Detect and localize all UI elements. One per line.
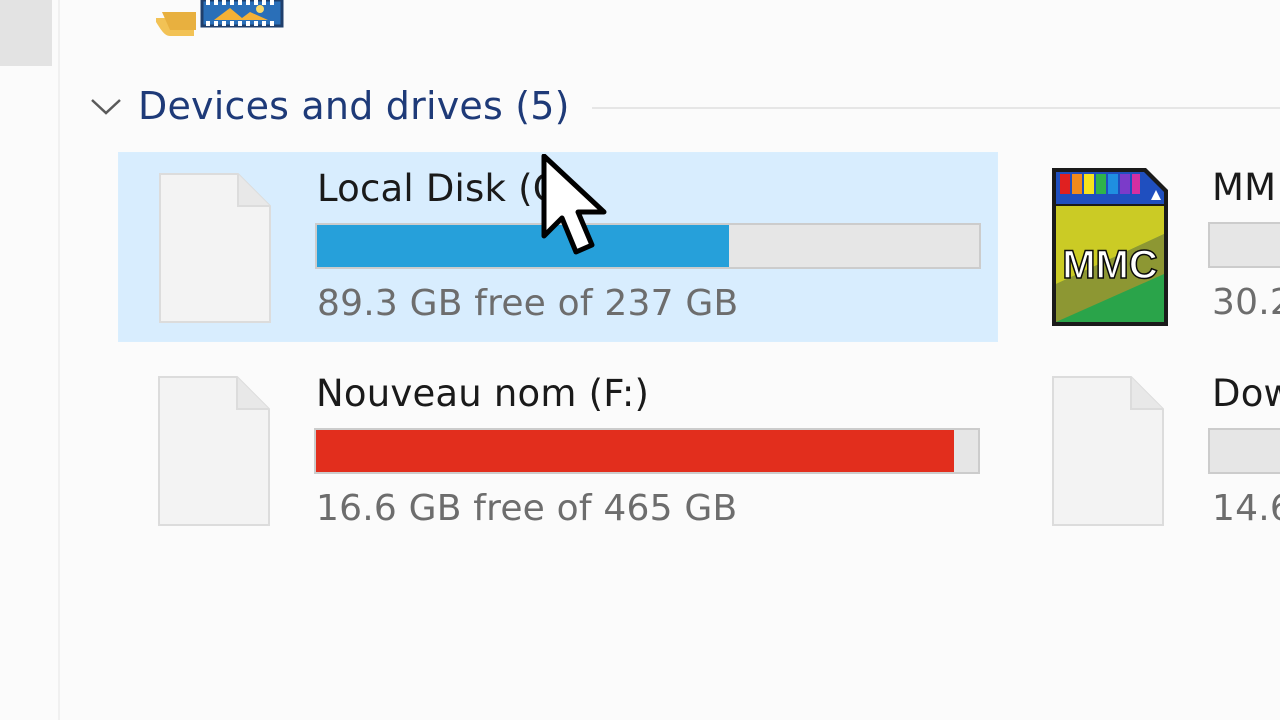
drive-downloads[interactable]: Dow 14.6 xyxy=(1030,358,1280,546)
mmc-logo-text: MMC xyxy=(1062,243,1158,287)
drive-space-text: 16.6 GB free of 465 GB xyxy=(316,488,738,529)
folder-video-icon xyxy=(156,0,284,36)
folder-video-item[interactable] xyxy=(156,0,286,44)
blank-file-icon xyxy=(159,173,271,323)
drive-local-disk-c[interactable]: Local Disk (C 89.3 GB free of 237 GB xyxy=(118,152,998,342)
navigation-pane xyxy=(0,0,60,720)
group-title: Devices and drives (5) xyxy=(138,84,570,128)
drive-usage-bar xyxy=(1208,428,1280,474)
drive-name: Nouveau nom (F:) xyxy=(316,372,650,415)
drive-usage-fill xyxy=(317,225,730,267)
drive-name: MM xyxy=(1212,166,1277,209)
drive-nouveau-nom-f[interactable]: Nouveau nom (F:) 16.6 GB free of 465 GB xyxy=(118,358,996,546)
drive-space-text: 89.3 GB free of 237 GB xyxy=(317,283,739,324)
drive-mmc[interactable]: MMC MM 30.2 xyxy=(1030,152,1280,340)
drive-space-text: 14.6 xyxy=(1212,488,1280,529)
group-divider xyxy=(591,107,1280,109)
drive-usage-bar xyxy=(1208,222,1280,268)
nav-item-selected[interactable] xyxy=(0,0,52,66)
devices-and-drives-header[interactable]: Devices and drives (5) xyxy=(88,80,1280,132)
drive-usage-bar xyxy=(315,223,981,269)
blank-file-icon xyxy=(158,376,270,526)
drive-space-text: 30.2 xyxy=(1212,282,1280,323)
blank-file-icon xyxy=(1052,376,1164,526)
drive-usage-bar xyxy=(314,428,980,474)
mmc-card-icon: MMC xyxy=(1048,164,1172,330)
chevron-down-icon[interactable] xyxy=(88,88,124,124)
file-explorer-window: Devices and drives (5) Local Disk (C 89.… xyxy=(0,0,1280,720)
drive-usage-fill xyxy=(316,430,955,472)
drive-name: Local Disk (C xyxy=(317,167,559,210)
drive-name: Dow xyxy=(1212,372,1280,415)
